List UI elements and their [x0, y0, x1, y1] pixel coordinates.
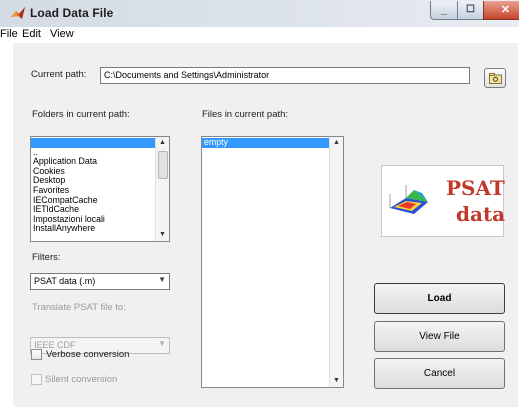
close-icon: ✕: [500, 4, 511, 16]
minimize-icon: _: [440, 4, 448, 16]
minimize-button[interactable]: _: [430, 1, 458, 20]
cancel-button[interactable]: Cancel: [374, 358, 505, 389]
files-label: Files in current path:: [202, 109, 289, 120]
chevron-down-icon: ▼: [158, 275, 166, 284]
load-button[interactable]: Load: [374, 283, 505, 314]
current-path-label: Current path:: [31, 69, 87, 80]
matlab-logo-icon: [11, 7, 25, 19]
browse-folder-button[interactable]: [484, 68, 506, 88]
filters-label: Filters:: [32, 252, 61, 263]
list-item[interactable]: empty: [202, 137, 329, 148]
folders-list: .. Application Data Cookies Desktop Favo…: [31, 138, 155, 234]
psat-logo: PSAT data: [381, 165, 506, 237]
files-scrollbar[interactable]: ▲ ▼: [329, 137, 343, 387]
silent-checkbox[interactable]: [31, 374, 42, 385]
maximize-icon: ☐: [466, 4, 475, 15]
title-bar[interactable]: Load Data File _ ☐ ✕: [0, 0, 519, 27]
scroll-down-icon[interactable]: ▼: [156, 229, 169, 241]
folders-scrollbar[interactable]: ▲ ▼: [155, 137, 169, 241]
filters-dropdown[interactable]: PSAT data (.m) ▼: [30, 273, 170, 290]
menu-bar: File Edit View: [0, 27, 519, 43]
folder-browse-icon: [489, 73, 502, 84]
menu-view[interactable]: View: [50, 28, 74, 40]
list-item[interactable]: InstallAnywhere: [31, 224, 155, 234]
list-item[interactable]: [31, 138, 155, 148]
window-title: Load Data File: [30, 6, 114, 20]
verbose-label: Verbose conversion: [46, 349, 130, 360]
current-path-field[interactable]: C:\Documents and Settings\Administrator: [100, 67, 470, 84]
psat-surface-logo-icon: [389, 185, 428, 214]
view-file-button[interactable]: View File: [374, 321, 505, 352]
files-listbox[interactable]: empty ▲ ▼: [201, 136, 344, 388]
menu-edit[interactable]: Edit: [22, 28, 41, 40]
scroll-up-icon[interactable]: ▲: [156, 137, 169, 149]
logo-psat-text: PSAT: [446, 176, 505, 200]
maximize-button[interactable]: ☐: [457, 1, 484, 20]
folders-label: Folders in current path:: [32, 109, 130, 120]
verbose-checkbox[interactable]: [31, 349, 42, 360]
logo-data-text: data: [456, 202, 506, 226]
scroll-up-icon[interactable]: ▲: [330, 137, 343, 149]
close-button[interactable]: ✕: [483, 1, 519, 20]
scroll-down-icon[interactable]: ▼: [330, 375, 343, 387]
files-list: empty: [202, 137, 329, 148]
filters-selected: PSAT data (.m): [34, 276, 96, 286]
translate-label: Translate PSAT file to:: [32, 302, 126, 313]
silent-label: Silent conversion: [45, 374, 118, 385]
folders-listbox[interactable]: .. Application Data Cookies Desktop Favo…: [30, 136, 170, 242]
menu-file[interactable]: File: [0, 28, 18, 40]
chevron-down-icon: ▼: [158, 339, 166, 348]
scroll-thumb[interactable]: [158, 151, 168, 179]
